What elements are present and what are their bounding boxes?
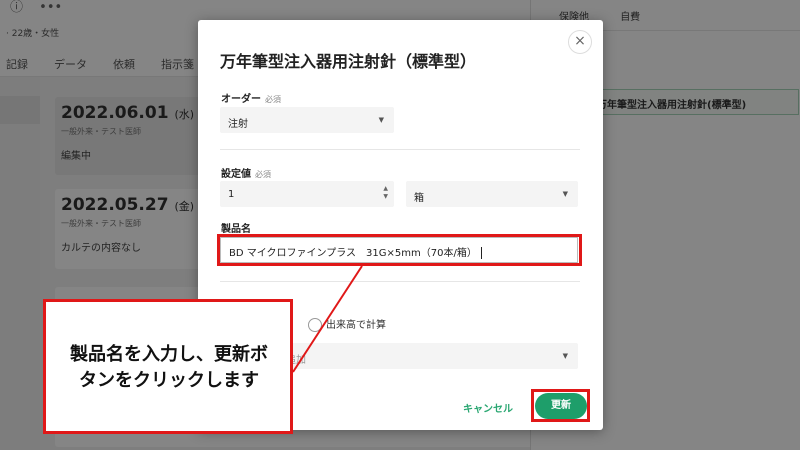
instruction-callout: 製品名を入力し、更新ボ タンをクリックします xyxy=(43,299,293,434)
callout-text: 製品名を入力し、更新ボ タンをクリックします xyxy=(70,344,268,391)
